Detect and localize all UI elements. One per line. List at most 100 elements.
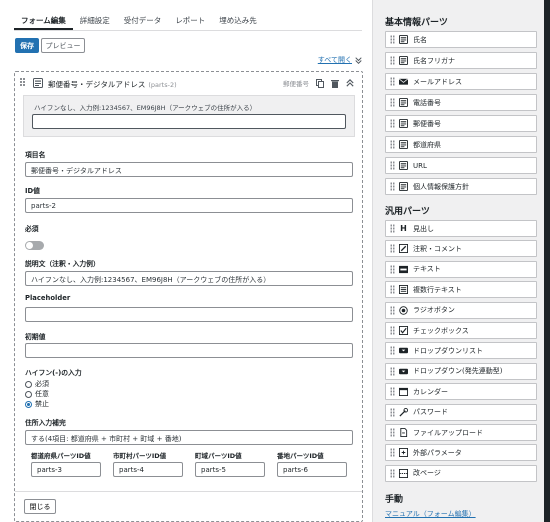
general-part-item[interactable]: ドロップダウンリスト [385,342,537,360]
placeholder-input[interactable] [25,307,353,322]
drag-handle-icon[interactable] [390,387,395,397]
part-label: 外部パラメータ [413,448,462,457]
drag-handle-icon[interactable] [390,468,395,478]
drag-handle-icon[interactable] [390,285,395,295]
drag-handle-icon[interactable] [390,98,395,107]
tab-embed[interactable]: 埋め込み先 [212,12,264,30]
dropdown-icon [399,346,408,355]
general-part-item[interactable]: 外部パラメータ [385,444,537,462]
description-input[interactable]: ハイフンなし、入力例:1234567、EM96J8H（アークウェブの住所が入る） [25,271,353,286]
part-label: メールアドレス [413,77,462,86]
close-button[interactable]: 閉じる [24,499,56,514]
radio-selected-icon[interactable] [25,400,32,408]
part-label: 見出し [413,224,434,233]
tab-entries[interactable]: 受付データ [117,12,169,30]
double-chevron-down-icon [355,56,362,64]
drag-handle-icon[interactable] [390,448,395,458]
drag-handle-icon[interactable] [390,244,395,254]
manual-link[interactable]: マニュアル（フォーム編集） [385,509,476,519]
open-all-label: すべて開く [317,56,352,64]
item-name-input[interactable]: 郵便番号・デジタルアドレス [25,162,353,177]
drag-handle-icon[interactable] [390,161,395,170]
initial-value-input[interactable] [25,343,353,358]
preview-button[interactable]: プレビュー [41,38,85,53]
hyphen-option-optional[interactable]: 任意 [25,389,49,399]
city-id-label: 市町村パーツID値 [113,452,167,460]
drag-handle-icon[interactable] [390,326,395,335]
text-icon [399,265,408,274]
preview-input[interactable] [32,114,346,129]
part-label: ファイルアップロード [413,428,483,437]
address-complete-select[interactable]: する(4項目: 都道府県 + 市町村 + 町域 + 番地) [25,430,353,445]
part-label: 電話番号 [413,98,441,107]
tab-bar: フォーム編集 詳細設定 受付データ レポート 埋め込み先 [14,12,264,30]
save-button[interactable]: 保存 [15,38,39,53]
basic-part-item[interactable]: 個人情報保護方針 [385,178,537,195]
parts-sidebar: 基本情報パーツ 氏名 氏名フリガナ メールアドレス 電話番号 郵便番号 都道府県 URL 個人… [372,0,550,522]
field-card-header[interactable]: 郵便番号・デジタルアドレス (parts-2) 郵便番号 [15,72,362,94]
chevron-up-icon[interactable] [346,79,354,87]
part-label: ラジオボタン [413,306,455,315]
general-part-item[interactable]: ファイルアップロード [385,424,537,441]
open-all-link[interactable]: すべて開く [318,55,362,65]
drag-handle-icon[interactable] [390,346,395,356]
preview-description: ハイフンなし、入力例:1234567、EM96J8H（アークウェブの住所が入る） [34,104,257,112]
drag-handle-icon[interactable] [390,366,395,376]
radio-icon[interactable] [25,390,32,398]
basic-part-item[interactable]: 電話番号 [385,94,537,111]
radio-icon[interactable] [25,380,32,388]
textarea-icon [399,285,408,295]
drag-handle-icon[interactable] [390,182,395,191]
drag-handle-icon[interactable] [390,407,395,417]
drag-handle-icon[interactable] [390,305,395,315]
general-part-item[interactable]: 注釈・コメント [385,240,537,258]
id-card-icon [399,182,408,191]
trash-icon[interactable] [331,79,339,88]
city-id-input[interactable]: parts-4 [113,462,183,477]
drag-handle-icon[interactable] [390,428,395,437]
checkbox-icon [399,326,408,335]
id-card-icon [399,140,408,149]
general-part-item[interactable]: ドロップダウン(発先連動型) [385,362,537,380]
prefecture-id-input[interactable]: parts-3 [31,462,101,477]
tab-settings[interactable]: 詳細設定 [73,12,117,30]
radio-icon [399,305,408,315]
basic-part-item[interactable]: URL [385,157,537,174]
general-part-item[interactable]: H 見出し [385,220,537,237]
basic-part-item[interactable]: 郵便番号 [385,115,537,132]
general-part-item[interactable]: 改ページ [385,464,537,482]
part-label: 改ページ [413,469,441,478]
tab-report[interactable]: レポート [168,12,212,30]
part-label: チェックボックス [413,326,469,335]
basic-part-item[interactable]: 都道府県 [385,136,537,153]
hyphen-option-forbidden[interactable]: 禁止 [25,399,49,409]
general-part-item[interactable]: カレンダー [385,383,537,401]
field-card-title: 郵便番号・デジタルアドレス (parts-2) [48,80,177,89]
drag-handle-icon[interactable] [390,224,395,233]
drag-handle-icon[interactable] [20,78,26,88]
copy-icon[interactable] [316,78,324,88]
general-part-item[interactable]: ラジオボタン [385,301,537,319]
help-title: 手動 [385,495,404,505]
drag-handle-icon[interactable] [390,264,395,274]
part-label: URL [413,161,427,170]
required-toggle[interactable] [25,241,44,250]
town-id-input[interactable]: parts-5 [195,462,265,477]
general-part-item[interactable]: チェックボックス [385,322,537,339]
drag-handle-icon[interactable] [390,140,395,149]
general-part-item[interactable]: テキスト [385,260,537,278]
required-label: 必須 [25,225,39,233]
drag-handle-icon[interactable] [390,35,395,44]
hyphen-option-required[interactable]: 必須 [25,379,49,389]
drag-handle-icon[interactable] [390,77,395,86]
tab-form-edit[interactable]: フォーム編集 [14,12,73,30]
basic-part-item[interactable]: 氏名 [385,31,537,48]
general-part-item[interactable]: 複数行テキスト [385,281,537,299]
general-part-item[interactable]: パスワード [385,403,537,421]
basic-part-item[interactable]: 氏名フリガナ [385,52,537,69]
drag-handle-icon[interactable] [390,119,395,128]
basic-part-item[interactable]: メールアドレス [385,73,537,90]
drag-handle-icon[interactable] [390,56,395,65]
block-id-input[interactable]: parts-6 [277,462,347,477]
id-input[interactable]: parts-2 [25,198,353,213]
